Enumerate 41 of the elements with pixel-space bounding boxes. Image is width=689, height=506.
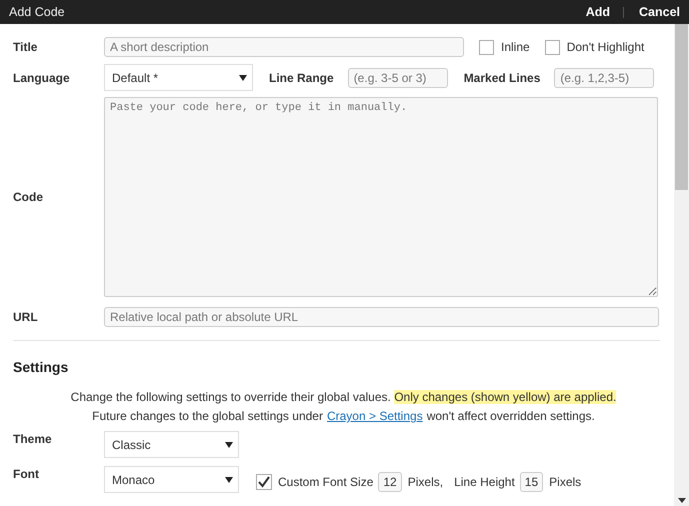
cancel-button[interactable]: Cancel — [639, 5, 680, 19]
settings-note: Future changes to the global settings under — [92, 409, 323, 423]
caret-icon — [225, 476, 233, 482]
field-label: Title — [13, 40, 38, 54]
checkbox[interactable] — [256, 474, 272, 490]
checkbox[interactable] — [479, 40, 494, 54]
line-range-field[interactable]: (e.g. 3-5 or 3) — [348, 68, 448, 88]
scrollbar[interactable] — [674, 24, 689, 506]
code-area[interactable]: Paste your code here, or type it in manually. — [104, 97, 658, 297]
unit-label: Pixels, — [408, 475, 444, 489]
title-field[interactable]: A short description — [104, 37, 464, 57]
unit-label: Pixels — [549, 475, 582, 489]
field-label: Line Range — [269, 70, 334, 84]
field-label: Font — [13, 467, 40, 481]
section-heading: Settings — [13, 359, 70, 375]
caret-icon — [225, 442, 233, 448]
dropdown[interactable]: Default * — [104, 64, 253, 91]
field-label: Line Height — [454, 475, 515, 489]
dropdown[interactable]: Monaco — [104, 466, 239, 493]
field-label: Marked Lines — [464, 70, 540, 84]
settings-link[interactable]: Crayon > Settings — [326, 409, 423, 423]
settings-note: won't affect overridden settings. — [426, 409, 595, 423]
checkbox-label[interactable]: Inline — [501, 40, 530, 54]
window-title: Add Code — [9, 5, 65, 19]
marked-lines-field[interactable]: (e.g. 1,2,3-5) — [554, 68, 654, 88]
field-label: Language — [13, 70, 71, 84]
checkbox-label[interactable]: Custom Font Size — [278, 475, 374, 489]
number-field[interactable]: 12 — [378, 472, 402, 492]
settings-note: Change the following settings to override their global values. Only changes (shown yellow) are applied. — [70, 390, 618, 404]
caret-icon — [239, 74, 247, 80]
field-label: URL — [13, 310, 39, 324]
scroll-down-icon[interactable] — [678, 498, 686, 503]
field-label: Code — [13, 190, 44, 204]
field-label: Theme — [13, 432, 53, 446]
scrollbar-thumb[interactable] — [675, 24, 688, 190]
dropdown[interactable]: Classic — [104, 431, 239, 458]
add-button[interactable]: Add — [586, 5, 610, 19]
number-field[interactable]: 15 — [520, 472, 544, 492]
checkbox[interactable] — [544, 40, 560, 54]
url-field[interactable]: Relative local path or absolute URL — [104, 307, 659, 327]
checkbox-label[interactable]: Don't Highlight — [566, 40, 644, 54]
